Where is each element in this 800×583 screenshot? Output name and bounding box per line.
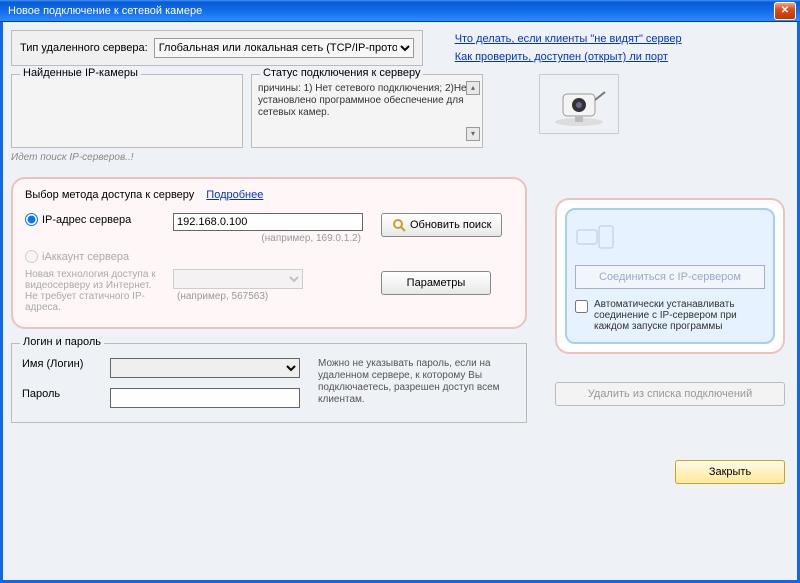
close-button[interactable]: Закрыть xyxy=(675,460,785,484)
connect-group: Соединиться с IP-сервером Автоматически … xyxy=(555,198,785,354)
found-cameras-box: Найденные IP-камеры xyxy=(11,74,243,148)
account-note: Новая технология доступа к видеосерверу … xyxy=(25,269,165,313)
status-box: Статус подключения к серверу причины: 1)… xyxy=(251,74,483,148)
devices-icon xyxy=(575,224,615,250)
login-hint: Можно не указывать пароль, если на удале… xyxy=(318,358,518,406)
login-name-label: Имя (Логин) xyxy=(22,358,102,370)
delete-connection-button: Удалить из списка подключений xyxy=(555,382,785,406)
access-method-group: Выбор метода доступа к серверу Подробнее… xyxy=(11,177,527,329)
search-icon xyxy=(392,218,406,232)
radio-account-label: iАккаунт сервера xyxy=(42,251,129,263)
ip-hint: (например, 169.0.1.2) xyxy=(173,233,373,244)
radio-account xyxy=(25,250,38,263)
scroll-up-icon[interactable]: ▴ xyxy=(466,81,480,95)
status-scrollbar[interactable]: ▴ ▾ xyxy=(466,81,480,141)
radio-ip-address[interactable] xyxy=(25,213,38,226)
scroll-down-icon[interactable]: ▾ xyxy=(466,127,480,141)
close-icon[interactable]: ✕ xyxy=(774,2,796,20)
link-clients-no-see[interactable]: Что делать, если клиенты "не видят" серв… xyxy=(455,33,682,45)
params-button[interactable]: Параметры xyxy=(381,271,491,295)
account-select xyxy=(173,269,303,289)
status-title: Статус подключения к серверу xyxy=(260,67,423,79)
login-group: Логин и пароль Имя (Логин) Можно не указ… xyxy=(11,343,527,423)
server-type-select[interactable]: Глобальная или локальная сеть (TCP/IP-пр… xyxy=(154,38,414,58)
login-legend: Логин и пароль xyxy=(20,336,104,348)
right-panel: Соединиться с IP-сервером Автоматически … xyxy=(555,198,785,484)
ip-camera-icon xyxy=(549,80,609,128)
server-type-group: Тип удаленного сервера: Глобальная или л… xyxy=(11,30,423,66)
login-pass-input[interactable] xyxy=(110,388,300,408)
auto-connect-label: Автоматически устанавливать соединение с… xyxy=(594,299,765,332)
titlebar: Новое подключение к сетевой камере ✕ xyxy=(0,0,800,22)
status-body: причины: 1) Нет сетевого подключения; 2)… xyxy=(256,83,478,119)
help-links: Что делать, если клиенты "не видят" серв… xyxy=(455,30,682,66)
camera-image xyxy=(539,74,619,134)
window-body: Тип удаленного сервера: Глобальная или л… xyxy=(0,22,800,583)
link-check-port[interactable]: Как проверить, доступен (открыт) ли порт xyxy=(455,51,668,63)
ip-address-input[interactable] xyxy=(173,213,363,231)
searching-note: Идет поиск IP-серверов..! xyxy=(11,152,789,163)
account-hint: (например, 567563) xyxy=(177,291,373,302)
found-cameras-title: Найденные IP-камеры xyxy=(20,67,141,79)
auto-connect-checkbox[interactable] xyxy=(575,300,588,313)
login-name-select[interactable] xyxy=(110,358,300,378)
server-type-label: Тип удаленного сервера: xyxy=(20,42,148,54)
connect-button: Соединиться с IP-сервером xyxy=(575,265,765,289)
login-pass-label: Пароль xyxy=(22,388,102,400)
refresh-search-button[interactable]: Обновить поиск xyxy=(381,213,502,237)
details-link[interactable]: Подробнее xyxy=(206,189,263,201)
access-method-title: Выбор метода доступа к серверу xyxy=(25,189,194,201)
window-title: Новое подключение к сетевой камере xyxy=(8,5,202,17)
radio-ip-label: IP-адрес сервера xyxy=(42,214,131,226)
